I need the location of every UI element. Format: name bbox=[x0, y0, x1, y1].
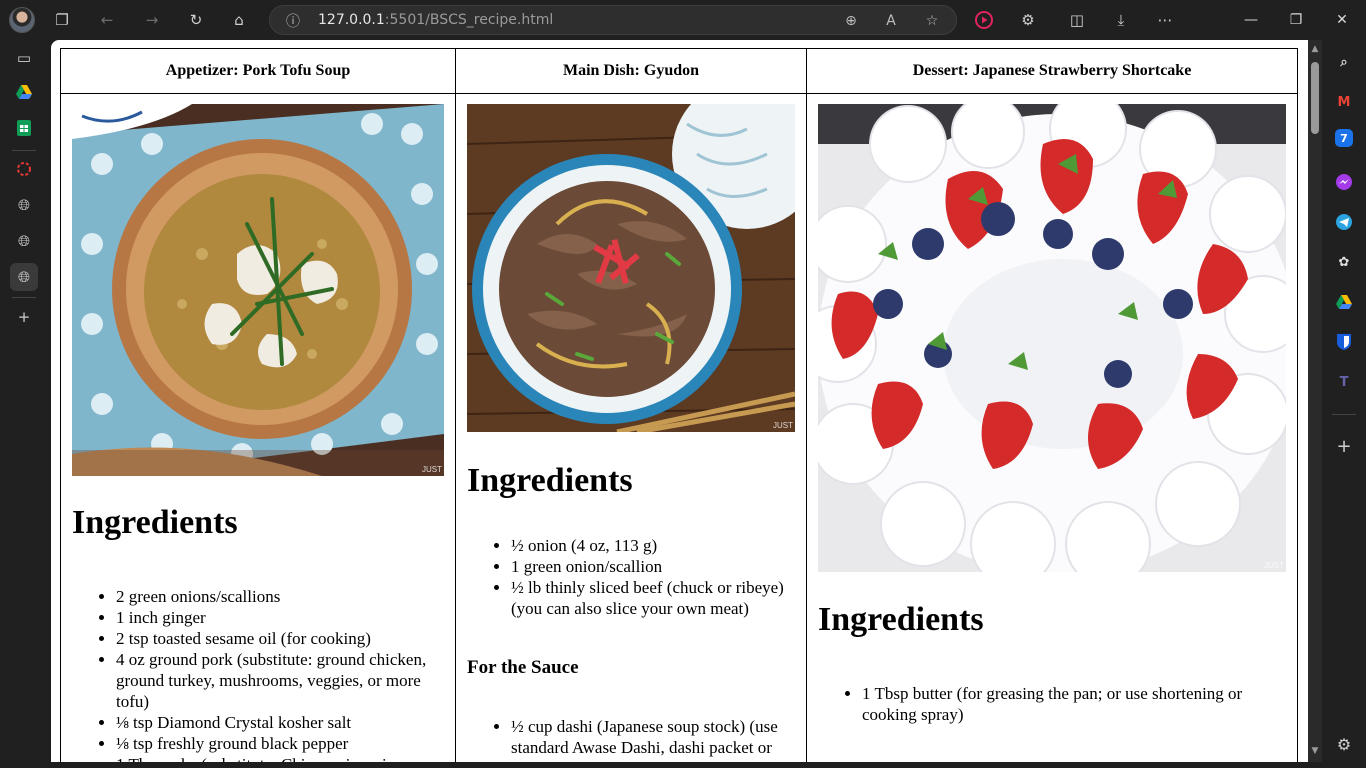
list-item: 1 green onion/scallion bbox=[511, 556, 795, 577]
settings-icon[interactable]: ⚙ bbox=[1331, 731, 1357, 757]
url-host: 127.0.0.1 bbox=[318, 12, 385, 28]
workspaces-icon[interactable]: ❐ bbox=[48, 6, 76, 34]
tab-actions-icon[interactable]: ▭ bbox=[10, 44, 38, 72]
list-item: ⅛ tsp Diamond Crystal kosher salt bbox=[116, 712, 444, 733]
table-body-row: JUST Ingredients 2 green onions/scallion… bbox=[60, 93, 1298, 762]
url-path: :5501/BSCS_recipe.html bbox=[384, 12, 554, 28]
scroll-down-arrow-icon[interactable]: ▼ bbox=[1310, 746, 1320, 756]
list-item: 4 oz ground pork (substitute: ground chi… bbox=[116, 649, 444, 712]
recipe-table: Appetizer: Pork Tofu Soup Main Dish: Gyu… bbox=[60, 48, 1298, 762]
list-item: ⅛ tsp freshly ground black pepper bbox=[116, 733, 444, 754]
dessert-cell: JUST Ingredients 1 Tbsp butter (for grea… bbox=[806, 93, 1298, 762]
refresh-icon[interactable]: ↻ bbox=[182, 6, 210, 34]
add-icon[interactable]: + bbox=[1331, 433, 1357, 459]
teams-icon[interactable]: T bbox=[1331, 369, 1357, 395]
list-item: ½ lb thinly sliced beef (chuck or ribeye… bbox=[511, 577, 795, 619]
table-header-row: Appetizer: Pork Tofu Soup Main Dish: Gyu… bbox=[60, 48, 1298, 94]
appetizer-ingredients-list: 2 green onions/scallions 1 inch ginger 2… bbox=[72, 586, 444, 762]
page-viewport: Appetizer: Pork Tofu Soup Main Dish: Gyu… bbox=[51, 40, 1308, 762]
scroll-up-arrow-icon[interactable]: ▲ bbox=[1310, 44, 1320, 54]
google-drive-icon[interactable] bbox=[1331, 289, 1357, 315]
list-item: 1 Tbsp sake (substitute: Chinese rice wi… bbox=[116, 754, 444, 762]
browser-toolbar: ❐ ← → ↻ ⌂ ⓘ 127.0.0.1:5501/BSCS_recipe.h… bbox=[0, 0, 1366, 40]
image-watermark: JUST bbox=[1264, 561, 1284, 570]
extensions-icon[interactable]: ⚙ bbox=[1014, 6, 1042, 34]
new-tab-icon[interactable]: + bbox=[10, 303, 38, 331]
favorites-star-icon[interactable]: ☆ bbox=[921, 10, 943, 32]
right-sidebar: ⌕ M 7 ✿ T + ⚙ bbox=[1322, 40, 1366, 768]
downloads-icon[interactable]: ⤓ bbox=[1107, 6, 1135, 34]
profile-avatar[interactable] bbox=[9, 7, 35, 33]
main-dish-header: Main Dish: Gyudon bbox=[455, 48, 807, 94]
restore-button[interactable]: ❐ bbox=[1276, 6, 1316, 34]
minimize-button[interactable]: — bbox=[1231, 6, 1271, 34]
appetizer-header: Appetizer: Pork Tofu Soup bbox=[60, 48, 456, 94]
scrollbar-thumb[interactable] bbox=[1311, 62, 1319, 134]
list-item: 1 inch ginger bbox=[116, 607, 444, 628]
chatgpt-icon[interactable]: ✿ bbox=[1331, 249, 1357, 275]
vertical-tabs-rail: ▭ 🌐︎ 🌐︎ 🌐︎ + bbox=[0, 40, 48, 768]
read-aloud-icon[interactable]: A bbox=[880, 10, 902, 32]
messenger-icon[interactable] bbox=[1331, 169, 1357, 195]
more-icon[interactable]: ⋯ bbox=[1151, 6, 1179, 34]
main-dish-cell: JUST Ingredients ½ onion (4 oz, 113 g) 1… bbox=[455, 93, 807, 762]
red-circle-icon[interactable] bbox=[10, 155, 38, 183]
pork-tofu-soup-image: JUST bbox=[72, 104, 444, 476]
globe-icon[interactable]: 🌐︎ bbox=[10, 191, 38, 219]
gyudon-image: JUST bbox=[467, 104, 795, 432]
dessert-header: Dessert: Japanese Strawberry Shortcake bbox=[806, 48, 1298, 94]
main-ingredients-list: ½ onion (4 oz, 113 g) 1 green onion/scal… bbox=[467, 535, 795, 619]
main-ingredients-heading: Ingredients bbox=[467, 462, 633, 499]
appetizer-ingredients-heading: Ingredients bbox=[72, 504, 238, 541]
bitwarden-icon[interactable] bbox=[1331, 329, 1357, 355]
address-bar[interactable]: ⓘ 127.0.0.1:5501/BSCS_recipe.html ⊕ A ☆ bbox=[269, 5, 957, 35]
back-icon[interactable]: ← bbox=[93, 6, 121, 34]
sauce-ingredients-list: ½ cup dashi (Japanese soup stock) (use s… bbox=[467, 716, 795, 758]
forward-icon[interactable]: → bbox=[138, 6, 166, 34]
strawberry-shortcake-image: JUST bbox=[818, 104, 1286, 572]
globe-icon[interactable]: 🌐︎ bbox=[10, 263, 38, 291]
gmail-icon[interactable]: M bbox=[1331, 89, 1357, 115]
list-item: 2 tsp toasted sesame oil (for cooking) bbox=[116, 628, 444, 649]
dessert-ingredients-heading: Ingredients bbox=[818, 601, 984, 638]
home-icon[interactable]: ⌂ bbox=[225, 6, 253, 34]
search-icon[interactable]: ⌕ bbox=[1331, 49, 1357, 75]
site-info-icon[interactable]: ⓘ bbox=[282, 10, 304, 32]
zoom-icon[interactable]: ⊕ bbox=[840, 10, 862, 32]
image-watermark: JUST bbox=[422, 465, 442, 474]
page-scrollbar[interactable]: ▲ ▼ bbox=[1308, 40, 1322, 762]
list-item: ½ onion (4 oz, 113 g) bbox=[511, 535, 795, 556]
google-drive-icon[interactable] bbox=[10, 78, 38, 106]
list-item: 2 green onions/scallions bbox=[116, 586, 444, 607]
split-screen-icon[interactable]: ◫ bbox=[1063, 6, 1091, 34]
image-watermark: JUST bbox=[773, 421, 793, 430]
dessert-ingredients-list: 1 Tbsp butter (for greasing the pan; or … bbox=[818, 683, 1286, 725]
list-item: 1 Tbsp butter (for greasing the pan; or … bbox=[862, 683, 1286, 725]
appetizer-cell: JUST Ingredients 2 green onions/scallion… bbox=[60, 93, 456, 762]
list-item: ½ cup dashi (Japanese soup stock) (use s… bbox=[511, 716, 795, 758]
globe-icon[interactable]: 🌐︎ bbox=[10, 227, 38, 255]
telegram-icon[interactable] bbox=[1331, 209, 1357, 235]
close-button[interactable]: ✕ bbox=[1322, 6, 1362, 34]
sauce-heading: For the Sauce bbox=[467, 657, 579, 678]
record-icon[interactable] bbox=[970, 6, 998, 34]
calendar-icon[interactable]: 7 bbox=[1335, 129, 1353, 147]
google-sheets-icon[interactable] bbox=[10, 114, 38, 142]
url-text[interactable]: 127.0.0.1:5501/BSCS_recipe.html bbox=[318, 12, 553, 28]
